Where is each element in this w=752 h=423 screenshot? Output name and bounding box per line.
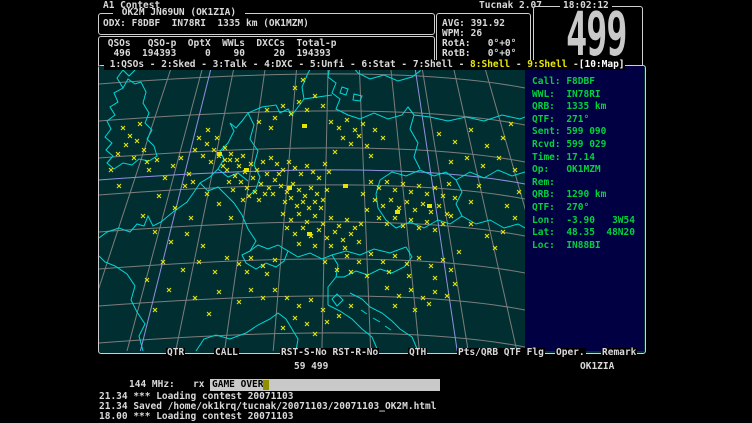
- qso-info-panel: Call: F8DBF WWL: IN78RI QRB: 1335 km QTF…: [525, 66, 644, 351]
- column-oper: Oper.: [555, 348, 586, 358]
- panel-qtf: QTF: 271°: [525, 114, 644, 127]
- panel-wwl: WWL: IN78RI: [525, 89, 644, 102]
- input-value: GAME OVER: [212, 379, 263, 391]
- tucnak-window: A1 Contest Tucnak 2.07 18:02:12 499 OK2M…: [0, 0, 752, 423]
- mode-indicator: rx: [193, 380, 204, 390]
- band-label: 144 MHz:: [129, 380, 175, 390]
- qso-counter-big: 499: [566, 9, 626, 61]
- panel-rcvd: Rcvd: 599 029: [525, 139, 644, 152]
- menu-tabs-1-7[interactable]: 1:QSOs - 2:Sked - 3:Talk - 4:DXC - 5:Unf…: [104, 59, 470, 70]
- tab-8-shell[interactable]: 8:Shell: [470, 59, 510, 70]
- column-rst: RST-S-No RST-R-No: [280, 348, 379, 358]
- map-svg[interactable]: [99, 66, 525, 351]
- station-title: OK2M JN69UN (OK1ZIA): [113, 8, 245, 18]
- map-box: Call: F8DBF WWL: IN78RI QRB: 1335 km QTF…: [98, 65, 646, 354]
- qso-input-field[interactable]: GAME OVER: [210, 379, 440, 391]
- panel-op: Op: OK1MZM: [525, 164, 644, 177]
- panel-lon: Lon: -3.90 3W54: [525, 215, 644, 228]
- operator-value: OK1ZIA: [580, 362, 614, 372]
- odx-box: OK2M JN69UN (OK1ZIA) ODX: F8DBF IN78RI 1…: [98, 13, 435, 35]
- tab-9-shell[interactable]: 9:Shell: [527, 59, 567, 70]
- panel-call: Call: F8DBF: [525, 76, 644, 89]
- panel-time: Time: 17.14: [525, 152, 644, 165]
- log-line: 18.00 *** Loading contest 20071103: [99, 412, 293, 422]
- text-cursor: [263, 380, 269, 390]
- tab-10-map[interactable]: [10:Map]: [579, 59, 625, 70]
- panel-rem: Rem:: [525, 177, 644, 190]
- panel-lat: Lat: 48.35 48N20: [525, 227, 644, 240]
- clock-box: 18:02:12 499: [533, 6, 643, 66]
- panel-qrb2: QRB: 1290 km: [525, 189, 644, 202]
- column-qtr: QTR: [166, 348, 185, 358]
- rotator-b-value: RotB: 0°+0°: [442, 49, 516, 59]
- panel-qrb: QRB: 1335 km: [525, 101, 644, 114]
- rst-sent-value: 59 499: [294, 362, 328, 372]
- stats-values-row: 496 194393 0 90 20 194393: [102, 49, 331, 59]
- window-menu: 1:QSOs - 2:Sked - 3:Talk - 4:DXC - 5:Unf…: [104, 60, 625, 70]
- odx-line: ODX: F8DBF IN78RI 1335 km (OK1MZM): [103, 19, 309, 29]
- panel-qtf2: QTF: 270°: [525, 202, 644, 215]
- column-pts-qrb-qtf-flg: Pts/QRB QTF Flg: [457, 348, 545, 358]
- column-remark: Remark: [601, 348, 637, 358]
- column-call: CALL: [214, 348, 239, 358]
- panel-sent: Sent: 599 090: [525, 126, 644, 139]
- column-qth: QTH: [408, 348, 427, 358]
- panel-loc: Loc: IN88BI: [525, 240, 644, 253]
